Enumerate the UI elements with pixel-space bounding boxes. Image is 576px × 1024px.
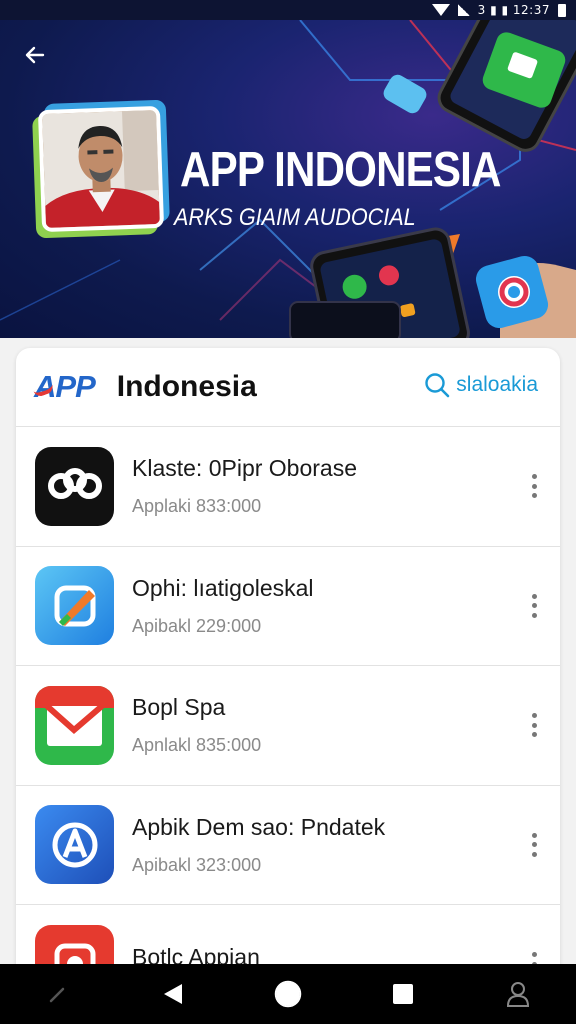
search-label: slaloakia: [456, 373, 538, 396]
app-name: Klaste: 0Pipr Oborase: [132, 455, 358, 482]
signal-icon: [457, 4, 470, 16]
battery-icon: [558, 3, 566, 17]
app-subtitle: Applaki 833:000: [132, 496, 262, 517]
wifi-icon: [431, 4, 450, 16]
screen: 3 ▮ ▮ 12:37 APP INDONESIA ARKS GIAIM AUD…: [0, 0, 576, 1024]
pencil-icon: [35, 566, 114, 646]
back-triangle-icon: [163, 984, 182, 1004]
nav-profile-button[interactable]: [498, 974, 538, 1014]
edit-button[interactable]: [38, 974, 78, 1014]
more-options-button[interactable]: [530, 713, 538, 738]
nav-back-button[interactable]: [153, 974, 193, 1014]
more-options-button[interactable]: [530, 832, 538, 857]
edit-icon: [49, 987, 64, 1003]
search-button[interactable]: slaloakia: [424, 372, 538, 398]
person-icon: [507, 982, 530, 1007]
app-name: Ophi: lıatigoleskal: [132, 574, 314, 601]
letter-a-icon: [35, 805, 114, 885]
app-list-card: APP Indonesia slaloakia Klaste: 0Pipr Ob…: [16, 348, 560, 988]
list-item[interactable]: Ophi: lıatigoleskal Apibakl 229:000: [16, 545, 560, 666]
profile-portrait: [37, 105, 165, 233]
app-subtitle: Apibakl 323:000: [132, 854, 262, 875]
system-nav-bar: [0, 964, 576, 1024]
app-name: Apbik Dem sao: Pndatek: [132, 813, 386, 840]
nav-home-button[interactable]: [268, 974, 308, 1014]
arrow-left-icon: [25, 46, 45, 64]
hero-subtitle: ARKS GIAIM AUDOCIAL: [174, 204, 416, 231]
recents-square-icon: [393, 984, 414, 1004]
brand-logo: APP: [33, 369, 96, 405]
card-header: APP Indonesia slaloakia: [16, 348, 560, 426]
mail-envelope-icon: [35, 685, 114, 765]
list-item[interactable]: Bopl Spa Apnlakl 835:000: [16, 665, 560, 785]
more-options-button[interactable]: [530, 593, 538, 618]
app-subtitle: Apnlakl 835:000: [132, 735, 262, 756]
home-circle-icon: [274, 980, 302, 1008]
hero-banner: APP INDONESIA ARKS GIAIM AUDOCIAL: [0, 20, 576, 338]
list-item[interactable]: Klaste: 0Pipr Oborase Applaki 833:000: [16, 426, 560, 546]
app-name: Bopl Spa: [132, 694, 226, 721]
app-list: Klaste: 0Pipr Oborase Applaki 833:000 Op…: [16, 426, 560, 988]
list-item[interactable]: Apbik Dem sao: Pndatek Apibakl 323:000: [16, 784, 560, 905]
app-subtitle: Apibakl 229:000: [132, 615, 262, 636]
brand-name: Indonesia: [116, 370, 257, 403]
link-loop-icon: [35, 446, 114, 526]
search-icon: [425, 373, 450, 398]
status-text: 3 ▮ ▮ 12:37: [477, 3, 550, 17]
back-button[interactable]: [20, 40, 50, 70]
more-options-button[interactable]: [530, 474, 538, 499]
status-bar: 3 ▮ ▮ 12:37: [0, 0, 576, 20]
person-photo-icon: [42, 110, 160, 228]
nav-recents-button[interactable]: [383, 974, 423, 1014]
hero-title: APP INDONESIA: [180, 143, 501, 197]
